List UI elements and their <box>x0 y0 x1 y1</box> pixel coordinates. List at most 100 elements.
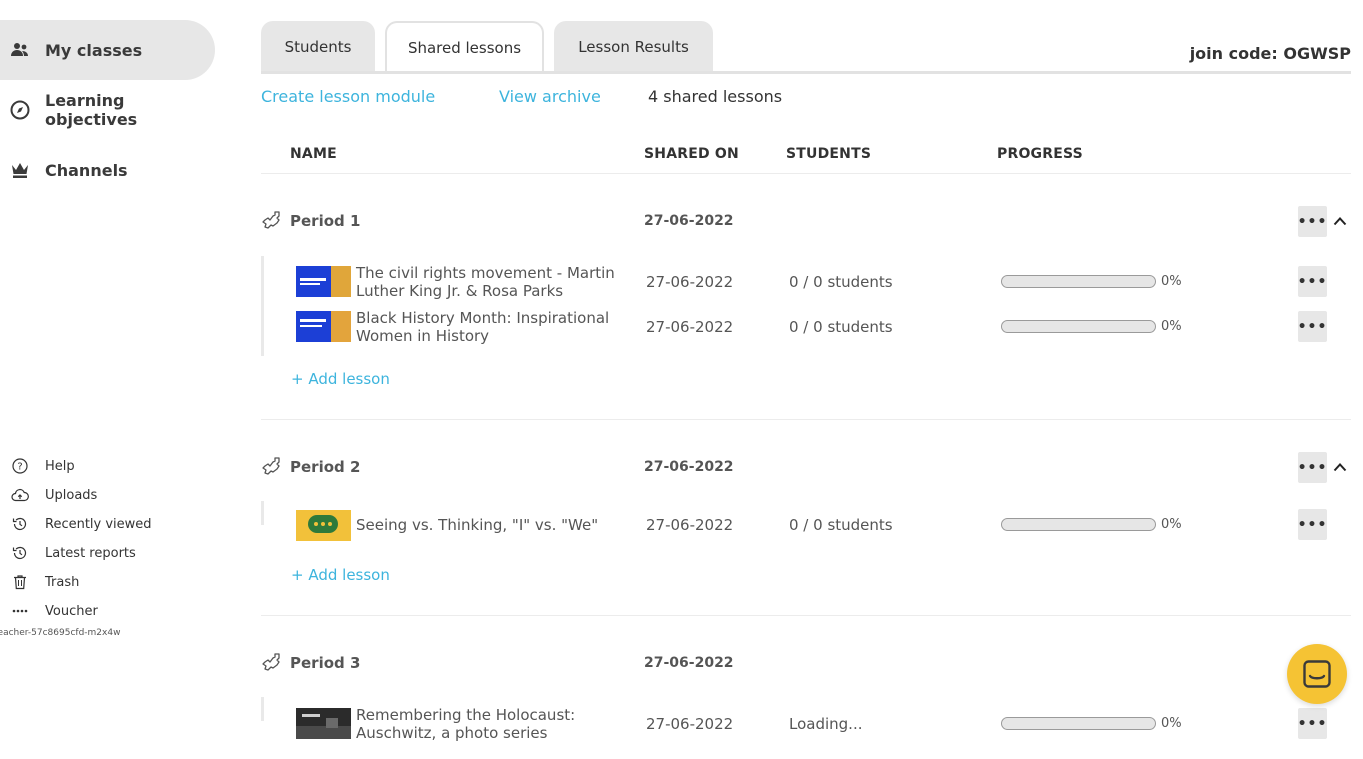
period-name[interactable]: Period 1 <box>290 212 360 230</box>
sidebar-item-label: Voucher <box>45 603 98 619</box>
view-archive-link[interactable]: View archive <box>499 87 601 106</box>
period-date: 27-06-2022 <box>644 655 734 671</box>
chevron-up-icon[interactable] <box>1333 462 1347 472</box>
divider <box>261 615 1351 616</box>
puzzle-icon[interactable] <box>261 208 285 234</box>
pod-name: teacher-57c8695cfd-m2x4w <box>0 628 121 638</box>
lesson-more-button[interactable]: ••• <box>1298 311 1327 342</box>
sidebar-item-label: Help <box>45 458 75 474</box>
sidebar-item-label: Recently viewed <box>45 516 152 532</box>
tab-label: Lesson Results <box>578 38 689 56</box>
svg-text:?: ? <box>17 462 22 473</box>
period-more-button[interactable]: ••• <box>1298 452 1327 483</box>
lesson-date: 27-06-2022 <box>646 273 734 291</box>
sidebar: My classes Learning objectives Channels … <box>0 0 230 759</box>
tab-label: Students <box>284 38 352 56</box>
history-icon <box>11 515 29 533</box>
lesson-students: 0 / 0 students <box>789 516 893 534</box>
help-icon: ? <box>11 457 29 475</box>
shared-lessons-count: 4 shared lessons <box>648 87 783 106</box>
tab-students[interactable]: Students <box>261 21 375 73</box>
puzzle-icon[interactable] <box>261 650 285 676</box>
tab-label: Shared lessons <box>407 39 522 57</box>
crown-icon <box>10 160 30 180</box>
add-lesson-link[interactable]: + Add lesson <box>291 370 390 388</box>
sidebar-item-latest-reports[interactable]: Latest reports <box>0 542 136 564</box>
users-icon <box>10 40 30 60</box>
nav-channels[interactable]: Channels <box>0 140 215 200</box>
chat-icon <box>1303 660 1331 688</box>
more-dots-icon: ••• <box>1297 459 1328 476</box>
tab-lesson-results[interactable]: Lesson Results <box>554 21 713 73</box>
lesson-students: 0 / 0 students <box>789 318 893 336</box>
nav-learning-objectives[interactable]: Learning objectives <box>0 80 215 140</box>
nav-label: Channels <box>45 160 128 180</box>
lesson-progress-percent: 0% <box>1161 319 1182 334</box>
period-name[interactable]: Period 2 <box>290 458 360 476</box>
join-code: join code: OGWSP <box>1189 44 1351 63</box>
lesson-date: 27-06-2022 <box>646 318 734 336</box>
lesson-progress-percent: 0% <box>1161 716 1182 731</box>
lesson-thumbnail[interactable] <box>296 311 351 342</box>
period-name[interactable]: Period 3 <box>290 654 360 672</box>
sidebar-item-label: Uploads <box>45 487 98 503</box>
lesson-date: 27-06-2022 <box>646 516 734 534</box>
more-dots-icon: ••• <box>1297 318 1328 335</box>
add-lesson-link[interactable]: + Add lesson <box>291 566 390 584</box>
puzzle-icon[interactable] <box>261 454 285 480</box>
sidebar-item-trash[interactable]: Trash <box>0 571 79 593</box>
chevron-up-icon[interactable] <box>1333 216 1347 226</box>
lesson-thumbnail[interactable] <box>296 708 351 739</box>
period-date: 27-06-2022 <box>644 459 734 475</box>
column-header-shared-on: SHARED ON <box>644 146 739 162</box>
sidebar-item-recently-viewed[interactable]: Recently viewed <box>0 513 152 535</box>
lesson-students: Loading... <box>789 715 863 733</box>
chat-launcher-button[interactable] <box>1287 644 1347 704</box>
lesson-date: 27-06-2022 <box>646 715 734 733</box>
lesson-more-button[interactable]: ••• <box>1298 509 1327 540</box>
nav-my-classes[interactable]: My classes <box>0 20 215 80</box>
lesson-thumbnail[interactable] <box>296 510 351 541</box>
lesson-thumbnail[interactable] <box>296 266 351 297</box>
period-more-button[interactable]: ••• <box>1298 206 1327 237</box>
compass-icon <box>10 100 30 120</box>
tab-underline <box>261 71 1351 74</box>
period-date: 27-06-2022 <box>644 213 734 229</box>
lesson-progress-percent: 0% <box>1161 517 1182 532</box>
lesson-progress-bar <box>1001 518 1156 531</box>
lesson-progress-bar <box>1001 717 1156 730</box>
lesson-students: 0 / 0 students <box>789 273 893 291</box>
nav-label: Learning objectives <box>45 91 138 129</box>
lesson-more-button[interactable]: ••• <box>1298 266 1327 297</box>
period-lesson-line <box>261 697 264 721</box>
lesson-title[interactable]: The civil rights movement - Martin Luthe… <box>356 264 626 300</box>
nav-label: My classes <box>45 40 143 60</box>
lesson-more-button[interactable]: ••• <box>1298 708 1327 739</box>
sidebar-item-voucher[interactable]: Voucher <box>0 600 98 622</box>
dots-icon <box>11 602 29 620</box>
cloud-upload-icon <box>11 486 29 504</box>
period-lesson-line <box>261 501 264 525</box>
lesson-title[interactable]: Black History Month: Inspirational Women… <box>356 309 626 345</box>
trash-icon <box>11 573 29 591</box>
period-lesson-line <box>261 256 264 356</box>
sidebar-item-label: Latest reports <box>45 545 136 561</box>
divider <box>261 173 1351 174</box>
sidebar-item-label: Trash <box>45 574 80 590</box>
lesson-progress-percent: 0% <box>1161 274 1182 289</box>
column-header-name: NAME <box>290 146 337 162</box>
column-header-students: STUDENTS <box>786 146 872 162</box>
divider <box>261 419 1351 420</box>
lesson-progress-bar <box>1001 275 1156 288</box>
column-header-progress: PROGRESS <box>997 146 1083 162</box>
more-dots-icon: ••• <box>1297 213 1328 230</box>
more-dots-icon: ••• <box>1297 516 1328 533</box>
sidebar-item-uploads[interactable]: Uploads <box>0 484 97 506</box>
history-icon <box>11 544 29 562</box>
tab-shared-lessons[interactable]: Shared lessons <box>385 21 544 73</box>
lesson-title[interactable]: Remembering the Holocaust: Auschwitz, a … <box>356 706 626 742</box>
sidebar-item-help[interactable]: ? Help <box>0 455 75 477</box>
more-dots-icon: ••• <box>1297 273 1328 290</box>
lesson-title[interactable]: Seeing vs. Thinking, "I" vs. "We" <box>356 516 626 534</box>
create-lesson-module-link[interactable]: Create lesson module <box>261 87 435 106</box>
